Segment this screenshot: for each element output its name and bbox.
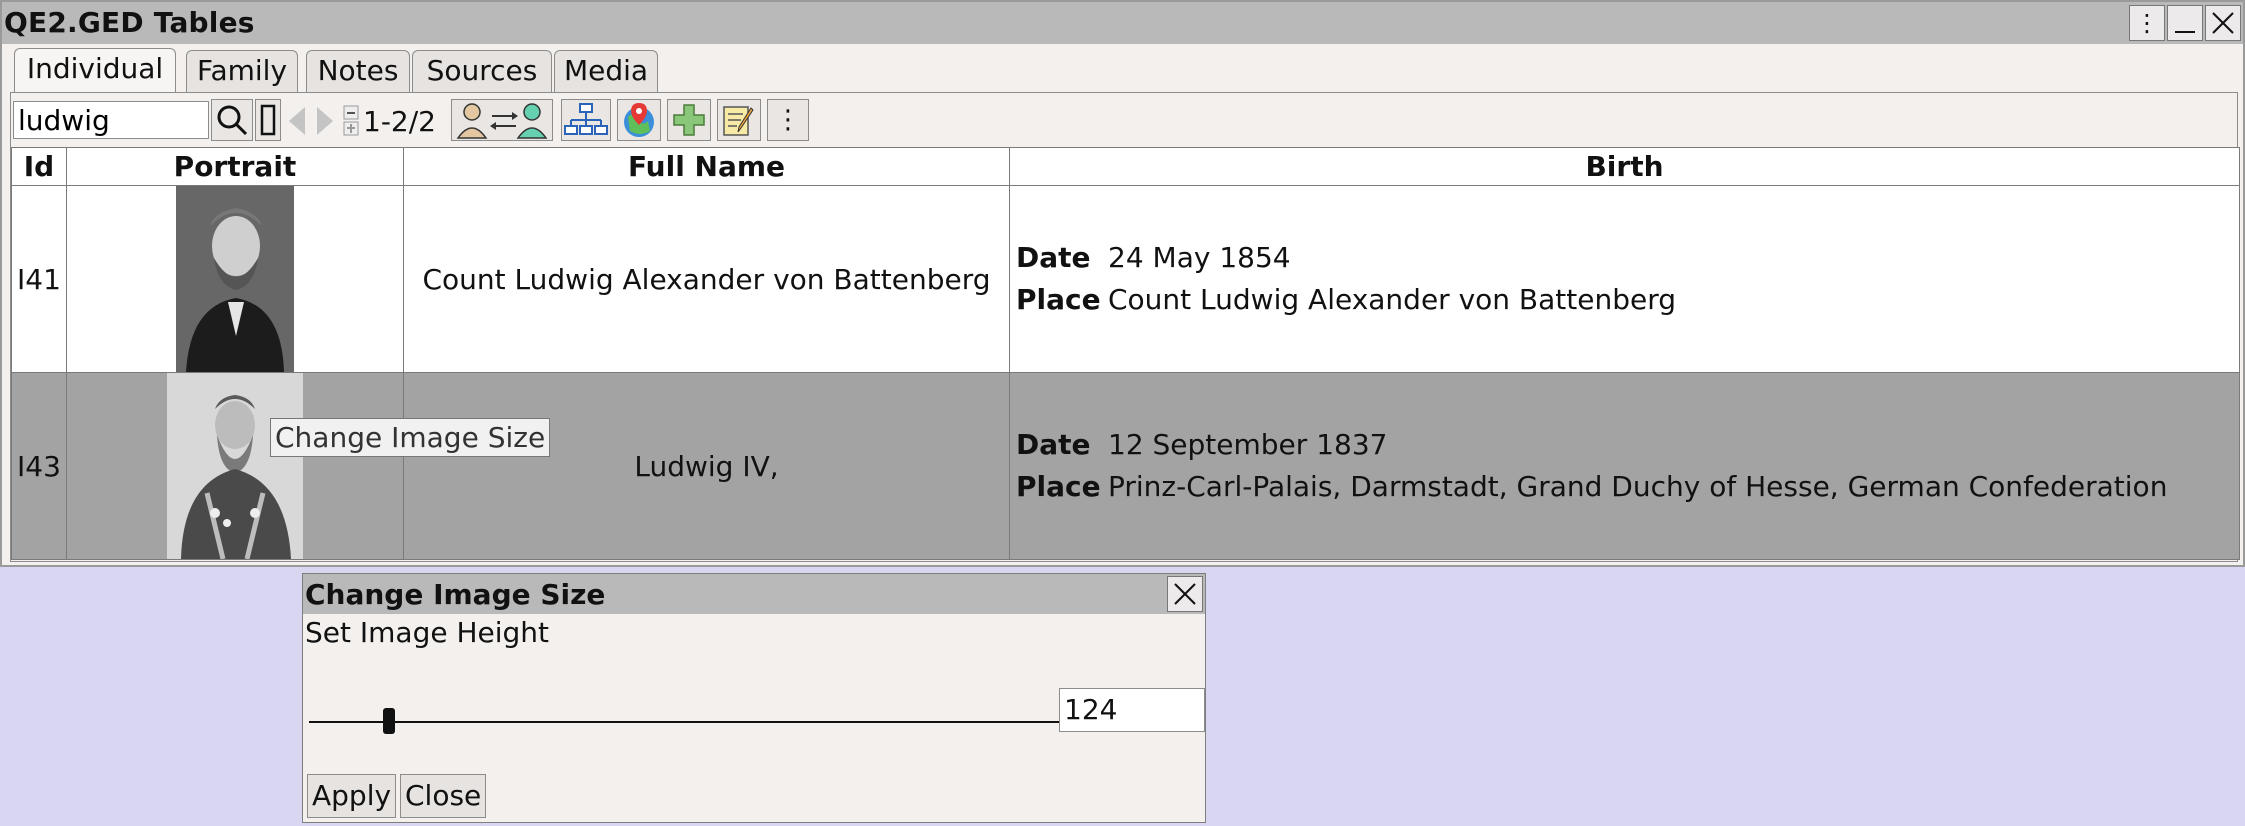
- cell-id: I41: [11, 185, 67, 373]
- height-input[interactable]: 124: [1059, 688, 1205, 732]
- cell-id: I43: [11, 372, 67, 560]
- search-input[interactable]: [13, 101, 209, 139]
- birth-place: Prinz-Carl-Palais, Darmstadt, Grand Duch…: [1108, 470, 2168, 503]
- height-slider-thumb[interactable]: [383, 708, 395, 734]
- next-icon: [317, 107, 333, 135]
- minimize-button[interactable]: [2167, 5, 2203, 41]
- portrait-image[interactable]: [176, 186, 294, 372]
- toggle-icon: [260, 104, 276, 136]
- search-icon: [217, 105, 248, 136]
- tab-family[interactable]: Family: [186, 50, 298, 92]
- cell-full-name: Ludwig IV,: [403, 372, 1010, 560]
- minimize-icon: [2175, 31, 2195, 33]
- window-menu-button[interactable]: ⋮: [2129, 5, 2165, 41]
- tree-button[interactable]: [561, 99, 611, 141]
- birth-place: Count Ludwig Alexander von Battenberg: [1108, 283, 1677, 316]
- cell-birth: Date 12 September 1837 Place Prinz-Carl-Pa…: [1009, 372, 2240, 560]
- column-header-full-name[interactable]: Full Name: [403, 147, 1010, 186]
- dialog-label: Set Image Height: [305, 616, 550, 649]
- expand-collapse-button[interactable]: [343, 105, 361, 137]
- apply-button[interactable]: Apply: [307, 774, 397, 818]
- title-bar[interactable]: QE2.GED Tables ⋮: [2, 2, 2243, 44]
- search-button[interactable]: [211, 99, 253, 141]
- next-button[interactable]: [313, 105, 335, 137]
- toolbar: 1-2/2: [11, 99, 2237, 145]
- dialog-title[interactable]: Change Image Size: [303, 574, 1205, 614]
- close-button[interactable]: [2205, 5, 2241, 41]
- tab-notes[interactable]: Notes: [306, 50, 410, 92]
- table-header-row: Id Portrait Full Name Birth: [11, 147, 2240, 186]
- more-icon: ⋮: [775, 105, 801, 135]
- close-icon: [1174, 583, 1196, 605]
- swap-persons-button[interactable]: [451, 99, 553, 141]
- add-button[interactable]: [667, 99, 711, 141]
- expand-collapse-icon: [343, 105, 359, 136]
- edit-button[interactable]: [717, 99, 761, 141]
- kebab-menu-icon: ⋮: [2135, 9, 2159, 37]
- height-slider-track[interactable]: [309, 721, 1059, 723]
- tab-sources[interactable]: Sources: [412, 50, 552, 92]
- column-header-portrait[interactable]: Portrait: [66, 147, 404, 186]
- prev-icon: [289, 107, 305, 135]
- more-button[interactable]: ⋮: [767, 99, 809, 141]
- swap-persons-icon: [456, 103, 548, 139]
- tables-window: QE2.GED Tables ⋮ Individual Family Notes…: [0, 0, 2245, 567]
- birth-date: 12 September 1837: [1108, 428, 1388, 461]
- close-icon: [2212, 12, 2234, 34]
- tooltip: Change Image Size: [270, 418, 551, 457]
- portrait-image[interactable]: [167, 373, 303, 559]
- tab-individual[interactable]: Individual: [14, 48, 176, 94]
- cell-full-name: Count Ludwig Alexander von Battenberg: [403, 185, 1010, 373]
- tree-icon: [564, 103, 608, 135]
- birth-date-label: Date: [1016, 241, 1091, 274]
- map-icon: [624, 103, 654, 137]
- birth-date-label: Date: [1016, 428, 1091, 461]
- toggle-button[interactable]: [255, 99, 281, 141]
- cell-birth: Date 24 May 1854 Place Count Ludwig Alexan…: [1009, 185, 2240, 373]
- individuals-table: Id Portrait Full Name Birth I41 Count Lu…: [11, 147, 2240, 560]
- prev-button[interactable]: [287, 105, 309, 137]
- table-row[interactable]: I41 Count Ludwig Alexander von Battenber…: [11, 185, 2240, 373]
- column-header-birth[interactable]: Birth: [1009, 147, 2240, 186]
- birth-place-label: Place: [1016, 470, 1101, 503]
- tab-media[interactable]: Media: [554, 50, 658, 92]
- cell-portrait: [66, 185, 404, 373]
- table-row-selected[interactable]: I43 Ludwig IV, Date 12 September 1837 Pl…: [11, 372, 2240, 560]
- record-counter: 1-2/2: [363, 105, 436, 138]
- individual-panel: 1-2/2: [10, 92, 2240, 562]
- close-dialog-button[interactable]: Close: [400, 774, 487, 818]
- window-title: QE2.GED Tables: [4, 6, 255, 39]
- column-header-id[interactable]: Id: [11, 147, 67, 186]
- change-image-size-dialog: Change Image Size Set Image Height 124 A…: [302, 573, 1206, 823]
- cell-portrait: [66, 372, 404, 560]
- add-icon: [673, 104, 705, 136]
- birth-place-label: Place: [1016, 283, 1101, 316]
- birth-date: 24 May 1854: [1108, 241, 1291, 274]
- dialog-close-button[interactable]: [1167, 576, 1203, 612]
- map-button[interactable]: [617, 99, 661, 141]
- edit-icon: [723, 106, 754, 136]
